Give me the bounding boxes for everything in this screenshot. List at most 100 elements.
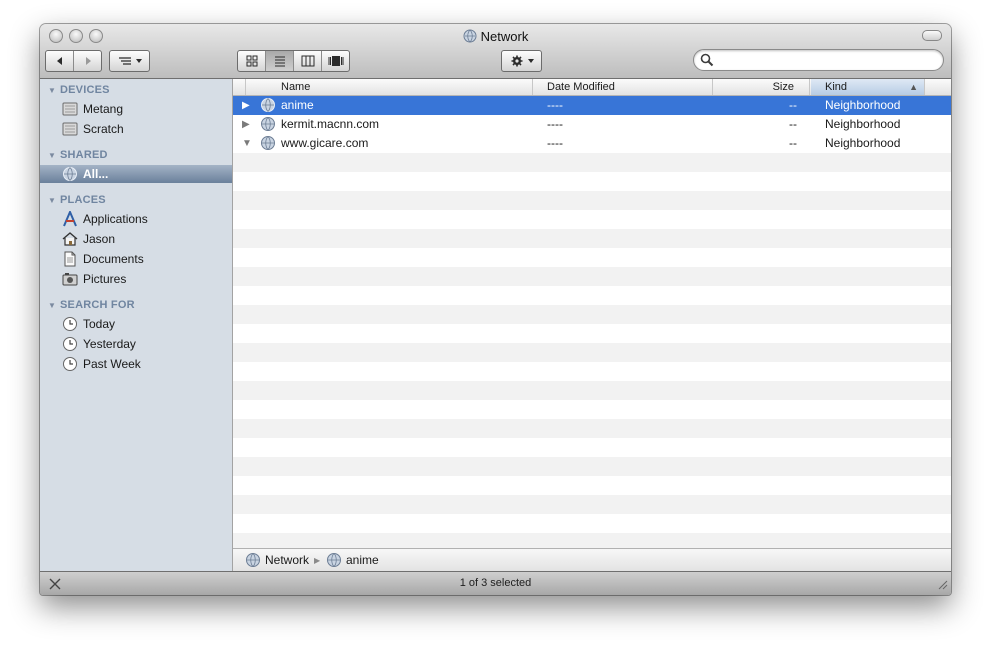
search-input[interactable] <box>718 52 937 68</box>
row-size: -- <box>789 117 797 131</box>
coverflow-view-icon <box>328 56 343 66</box>
column-header-name[interactable]: Name <box>246 79 533 95</box>
path-separator-icon: ▶ <box>314 555 321 565</box>
empty-row <box>233 267 951 286</box>
window-title-text: Network <box>480 29 529 44</box>
applications-icon <box>62 209 78 227</box>
toolbar-toggle-button[interactable] <box>922 30 942 41</box>
sort-ascending-icon: ▲ <box>909 82 918 92</box>
row-size: -- <box>789 136 797 150</box>
column-header-size[interactable]: Size <box>714 79 810 95</box>
sidebar-item-documents[interactable]: Documents <box>40 250 232 268</box>
list-row-kermit[interactable]: ▶ kermit.macnn.com ---- -- Neighborhood <box>233 115 951 134</box>
network-globe-icon <box>245 552 261 568</box>
sidebar-item-today[interactable]: Today <box>40 315 232 333</box>
search-field[interactable] <box>693 49 944 71</box>
row-name: kermit.macnn.com <box>281 117 380 131</box>
empty-row <box>233 305 951 324</box>
clock-icon <box>62 316 78 332</box>
toolbar: Network <box>40 24 951 79</box>
sidebar-item-label: Scratch <box>83 122 124 136</box>
row-date: ---- <box>547 117 563 131</box>
disclosure-triangle-icon[interactable]: ▶ <box>242 100 250 111</box>
empty-row <box>233 191 951 210</box>
list-view-button[interactable] <box>266 51 294 71</box>
column-header-spacer <box>233 79 246 95</box>
row-date: ---- <box>547 136 563 150</box>
sidebar-item-all[interactable]: All... <box>40 165 232 183</box>
column-header-date-modified[interactable]: Date Modified <box>534 79 713 95</box>
column-header-kind[interactable]: Kind ▲ <box>811 79 925 95</box>
arrange-icon <box>110 51 149 71</box>
sidebar-item-label: Pictures <box>83 272 127 286</box>
sidebar-item-metang[interactable]: Metang <box>40 100 232 118</box>
arrange-menu-button[interactable] <box>109 50 150 72</box>
disclosure-triangle-icon[interactable]: ▼ <box>242 138 252 149</box>
back-button[interactable] <box>46 51 74 71</box>
finder-window: Network ▼ DEVICES Metang Scratch ▼ SHARE… <box>40 24 951 595</box>
row-date: ---- <box>547 98 563 112</box>
path-item-anime[interactable]: anime <box>326 552 379 568</box>
action-menu-button[interactable] <box>501 50 542 72</box>
network-globe-icon <box>326 552 342 568</box>
sidebar: ▼ DEVICES Metang Scratch ▼ SHARED All... ▼… <box>40 79 233 571</box>
resize-grip-icon[interactable] <box>936 578 948 593</box>
sidebar-item-label: Past Week <box>83 357 141 371</box>
coverflow-view-button[interactable] <box>322 51 349 71</box>
section-header-places[interactable]: ▼ PLACES <box>48 194 106 206</box>
network-globe-icon <box>260 116 276 132</box>
section-header-devices[interactable]: ▼ DEVICES <box>48 84 110 96</box>
sidebar-item-pictures[interactable]: Pictures <box>40 270 232 288</box>
path-bar: Network ▶ anime <box>233 548 951 572</box>
sidebar-item-scratch[interactable]: Scratch <box>40 120 232 138</box>
row-size: -- <box>789 98 797 112</box>
list-row-anime[interactable]: ▶ anime ---- -- Neighborhood <box>233 96 951 115</box>
sidebar-item-yesterday[interactable]: Yesterday <box>40 335 232 353</box>
row-kind: Neighborhood <box>825 136 901 150</box>
clock-icon <box>62 336 78 352</box>
sidebar-item-label: Today <box>83 317 116 331</box>
home-icon <box>62 231 78 247</box>
empty-row <box>233 343 951 362</box>
sidebar-item-label: Documents <box>83 252 144 266</box>
disclosure-triangle-icon[interactable]: ▶ <box>242 119 250 130</box>
sidebar-item-applications[interactable]: Applications <box>40 209 232 228</box>
network-globe-icon <box>463 29 477 43</box>
sidebar-item-jason[interactable]: Jason <box>40 230 232 248</box>
status-text: 1 of 3 selected <box>459 577 532 589</box>
icon-view-button[interactable] <box>238 51 266 71</box>
sidebar-item-label: Yesterday <box>83 337 136 351</box>
disclosure-triangle-icon: ▼ <box>48 151 57 160</box>
section-header-search-for[interactable]: ▼ SEARCH FOR <box>48 299 135 311</box>
back-arrow-icon <box>56 57 62 65</box>
window-title: Network <box>40 29 951 44</box>
disclosure-triangle-icon: ▼ <box>48 301 57 310</box>
sidebar-item-label: Applications <box>83 212 148 226</box>
empty-row <box>233 381 951 400</box>
path-item-network[interactable]: Network <box>245 552 309 568</box>
list-row-gicare[interactable]: ▼ www.gicare.com ---- -- Neighborhood <box>233 134 951 153</box>
network-globe-icon <box>62 166 78 182</box>
column-view-button[interactable] <box>294 51 322 71</box>
section-header-shared[interactable]: ▼ SHARED <box>48 149 108 161</box>
back-forward-control <box>45 50 102 72</box>
search-icon <box>700 53 714 67</box>
forward-arrow-icon <box>85 57 91 65</box>
list-rows: ▶ anime ---- -- Neighborhood ▶ kermit.ma… <box>233 96 951 548</box>
row-name: www.gicare.com <box>281 136 369 150</box>
file-list: Name Date Modified Size Kind ▲ ▶ anime --… <box>233 79 951 572</box>
empty-row <box>233 419 951 438</box>
forward-button[interactable] <box>74 51 101 71</box>
empty-row <box>233 495 951 514</box>
network-globe-icon <box>260 135 276 151</box>
empty-row <box>233 229 951 248</box>
disclosure-triangle-icon: ▼ <box>48 196 57 205</box>
column-header-bar: Name Date Modified Size Kind ▲ <box>233 79 951 96</box>
network-globe-icon <box>260 97 276 113</box>
column-view-icon <box>301 55 314 67</box>
sidebar-item-past-week[interactable]: Past Week <box>40 355 232 373</box>
status-bar: 1 of 3 selected <box>40 571 951 595</box>
sidebar-item-label: Jason <box>83 232 116 246</box>
disclosure-triangle-icon: ▼ <box>48 86 57 95</box>
icon-view-icon <box>246 55 257 67</box>
